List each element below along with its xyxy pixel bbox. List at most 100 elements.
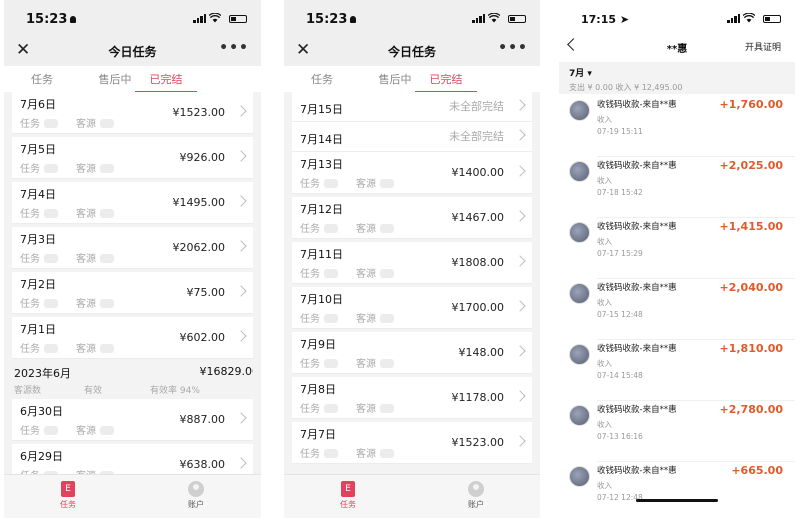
avatar xyxy=(569,100,590,121)
transaction-amount: +1,415.00 xyxy=(719,220,784,233)
transaction-title: 收钱码收款-来自**惠 xyxy=(597,283,677,293)
day-card[interactable]: 7月11日 任务 客源 ¥1808.00 xyxy=(292,242,532,284)
chevron-right-icon xyxy=(235,105,247,117)
day-amount: ¥638.00 xyxy=(179,458,226,471)
day-meta: 任务客源 xyxy=(20,340,132,355)
transaction-type: 收入 xyxy=(597,481,612,490)
tasks-icon: E xyxy=(341,481,355,497)
transaction-row[interactable]: 收钱码收款-来自**惠 收入 07-15 12:48 +2,040.00 xyxy=(559,279,795,340)
bottom-tab-label: 任务 xyxy=(60,500,76,509)
transaction-title: 收钱码收款-来自**惠 xyxy=(597,161,677,171)
more-icon[interactable]: ••• xyxy=(219,40,249,56)
day-meta: 任务客源 xyxy=(20,467,132,474)
chevron-right-icon xyxy=(235,285,247,297)
transaction-row[interactable]: 收钱码收款-来自**惠 收入 07-19 15:11 +1,760.00 xyxy=(559,96,795,157)
transaction-title: 收钱码收款-来自**惠 xyxy=(597,100,677,110)
transaction-title: 收钱码收款-来自**惠 xyxy=(597,344,677,354)
status-bar: 17:15 ➤ xyxy=(559,0,795,36)
home-indicator[interactable] xyxy=(636,499,718,502)
day-status: 未全部完结 xyxy=(449,100,504,113)
transaction-row[interactable]: 收钱码收款-来自**惠 收入 07-18 15:42 +2,025.00 xyxy=(559,157,795,218)
tab-completed[interactable]: 已完结 xyxy=(135,71,197,93)
day-amount: ¥1400.00 xyxy=(451,166,505,179)
bottom-tab-bar: E 任务 账户 xyxy=(284,474,540,518)
day-meta: 任务客源 xyxy=(300,265,412,280)
chevron-right-icon xyxy=(235,412,247,424)
signal-icon xyxy=(193,14,207,23)
day-date: 7月10日 xyxy=(300,293,343,306)
day-card[interactable]: 7月5日 任务 客源 ¥926.00 xyxy=(12,137,253,179)
day-meta: 任务客源 xyxy=(300,220,412,235)
user-icon xyxy=(70,16,77,23)
transaction-row[interactable]: 收钱码收款-来自**惠 收入 07-13 16:16 +2,780.00 xyxy=(559,401,795,462)
chevron-right-icon xyxy=(235,240,247,252)
day-card[interactable]: 6月30日 任务 客源 ¥887.00 xyxy=(12,399,253,441)
day-card[interactable]: 7月2日 任务 客源 ¥75.00 xyxy=(12,272,253,314)
transaction-row[interactable]: 收钱码收款-来自**惠 收入 07-17 15:29 +1,415.00 xyxy=(559,218,795,279)
day-card[interactable]: 7月8日 任务 客源 ¥1178.00 xyxy=(292,377,532,419)
day-meta: 任务客源 xyxy=(20,250,132,265)
day-card[interactable]: 7月1日 任务 客源 ¥602.00 xyxy=(12,317,253,359)
transaction-row[interactable]: 收钱码收款-来自**惠 收入 07-12 12:48 +665.00 xyxy=(559,462,795,518)
issue-certificate-button[interactable]: 开具证明 xyxy=(745,40,781,53)
bottom-tab-tasks[interactable]: E 任务 xyxy=(328,481,368,510)
account-icon xyxy=(468,481,484,497)
day-amount: ¥1467.00 xyxy=(451,211,505,224)
day-card[interactable]: 7月7日 任务 客源 ¥1523.00 xyxy=(292,422,532,464)
day-card[interactable]: 7月3日 任务 客源 ¥2062.00 xyxy=(12,227,253,269)
chevron-right-icon xyxy=(235,457,247,469)
transaction-time: 07-19 15:11 xyxy=(597,127,643,136)
day-date: 7月3日 xyxy=(20,233,56,246)
battery-icon xyxy=(763,15,781,23)
tab-tasks[interactable]: 任务 xyxy=(12,71,72,87)
month-selector[interactable]: 7月 ▾ xyxy=(569,66,592,79)
day-meta: 任务客源 xyxy=(20,205,132,220)
month-rate: 有效率 94% xyxy=(150,386,200,396)
status-bar: 15:23 xyxy=(4,0,261,36)
day-amount: ¥148.00 xyxy=(458,346,505,359)
more-icon[interactable]: ••• xyxy=(498,40,528,56)
day-amount: ¥602.00 xyxy=(179,331,226,344)
bottom-tab-account[interactable]: 账户 xyxy=(176,481,216,510)
task-app-screen-middle: 15:23 ✕ 今日任务 ••• 任务 售后中 已完结 7月15日 未全部完结 … xyxy=(284,0,540,518)
transaction-time: 07-13 16:16 xyxy=(597,432,643,441)
day-card[interactable]: 7月13日 任务 客源 ¥1400.00 xyxy=(292,152,532,194)
day-card[interactable]: 7月9日 任务 客源 ¥148.00 xyxy=(292,332,532,374)
bottom-tab-label: 任务 xyxy=(340,500,356,509)
day-card[interactable]: 7月6日 任务 客源 ¥1523.00 xyxy=(12,92,253,134)
chevron-right-icon xyxy=(235,330,247,342)
location-arrow-icon: ➤ xyxy=(619,13,630,26)
chevron-right-icon xyxy=(235,150,247,162)
day-date: 7月13日 xyxy=(300,158,343,171)
day-meta: 任务客源 xyxy=(20,115,132,130)
transaction-type: 收入 xyxy=(597,237,612,246)
transaction-amount: +1,810.00 xyxy=(719,342,784,355)
tab-completed[interactable]: 已完结 xyxy=(415,71,477,93)
wifi-icon xyxy=(488,13,500,23)
day-meta: 任务客源 xyxy=(20,295,132,310)
transaction-amount: +665.00 xyxy=(731,464,783,477)
month-filter-bar: 7月 ▾ 支出 ¥ 0.00 收入 ¥ 12,495.00 xyxy=(559,62,795,94)
day-date: 7月4日 xyxy=(20,188,56,201)
tasks-icon: E xyxy=(61,481,75,497)
day-card[interactable]: 7月12日 任务 客源 ¥1467.00 xyxy=(292,197,532,239)
day-card-pending[interactable]: 7月14日 未全部完结 xyxy=(292,122,532,152)
bottom-tab-account[interactable]: 账户 xyxy=(456,481,496,510)
day-date: 7月1日 xyxy=(20,323,56,336)
day-date: 7月11日 xyxy=(300,248,343,261)
transaction-row[interactable]: 收钱码收款-来自**惠 收入 07-14 15:48 +1,810.00 xyxy=(559,340,795,401)
transaction-type: 收入 xyxy=(597,176,612,185)
day-card-pending[interactable]: 7月15日 未全部完结 xyxy=(292,92,532,122)
month-valid: 有效 xyxy=(84,386,103,396)
bottom-tab-tasks[interactable]: E 任务 xyxy=(48,481,88,510)
wifi-icon xyxy=(743,13,755,23)
transaction-amount: +2,040.00 xyxy=(719,281,784,294)
day-card[interactable]: 7月4日 任务 客源 ¥1495.00 xyxy=(12,182,253,224)
day-card[interactable]: 7月10日 任务 客源 ¥1700.00 xyxy=(292,287,532,329)
task-list: 7月6日 任务 客源 ¥1523.00 7月5日 任务 客源 ¥926.00 7月4… xyxy=(12,92,253,474)
transaction-type: 收入 xyxy=(597,298,612,307)
task-app-screen-left: 15:23 ✕ 今日任务 ••• 任务 售后中 已完结 7月6日 任务 客源 ¥1… xyxy=(4,0,261,518)
day-date: 7月2日 xyxy=(20,278,56,291)
tab-tasks[interactable]: 任务 xyxy=(292,71,352,87)
day-card[interactable]: 6月29日 任务客源 ¥638.00 xyxy=(12,444,253,474)
